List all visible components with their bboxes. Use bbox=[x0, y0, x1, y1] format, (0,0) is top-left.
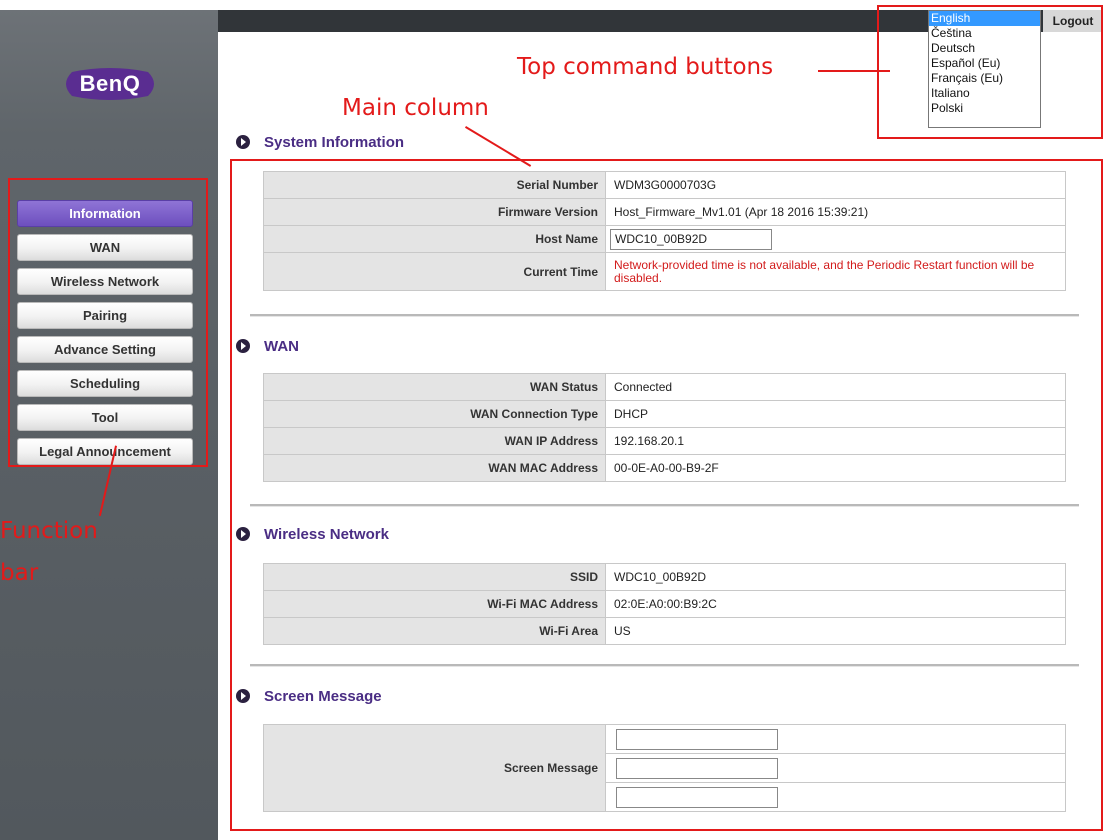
benq-logo: BenQ bbox=[62, 66, 158, 102]
function-bar-annotation-line2: bar bbox=[0, 560, 39, 586]
function-bar-annotation-line1: Function bbox=[0, 518, 98, 544]
top-command-buttons-pointer bbox=[818, 70, 890, 72]
top-command-buttons-highlight bbox=[877, 5, 1103, 139]
section-bullet-icon bbox=[236, 135, 250, 149]
main-column-annotation: Main column bbox=[342, 95, 489, 121]
main-column-highlight bbox=[230, 159, 1103, 831]
top-command-buttons-annotation: Top command buttons bbox=[517, 54, 774, 80]
function-bar-highlight bbox=[8, 178, 208, 467]
system-information-title: System Information bbox=[264, 134, 405, 151]
system-information-heading: System Information bbox=[236, 133, 404, 153]
benq-logo-text: BenQ bbox=[79, 71, 141, 96]
